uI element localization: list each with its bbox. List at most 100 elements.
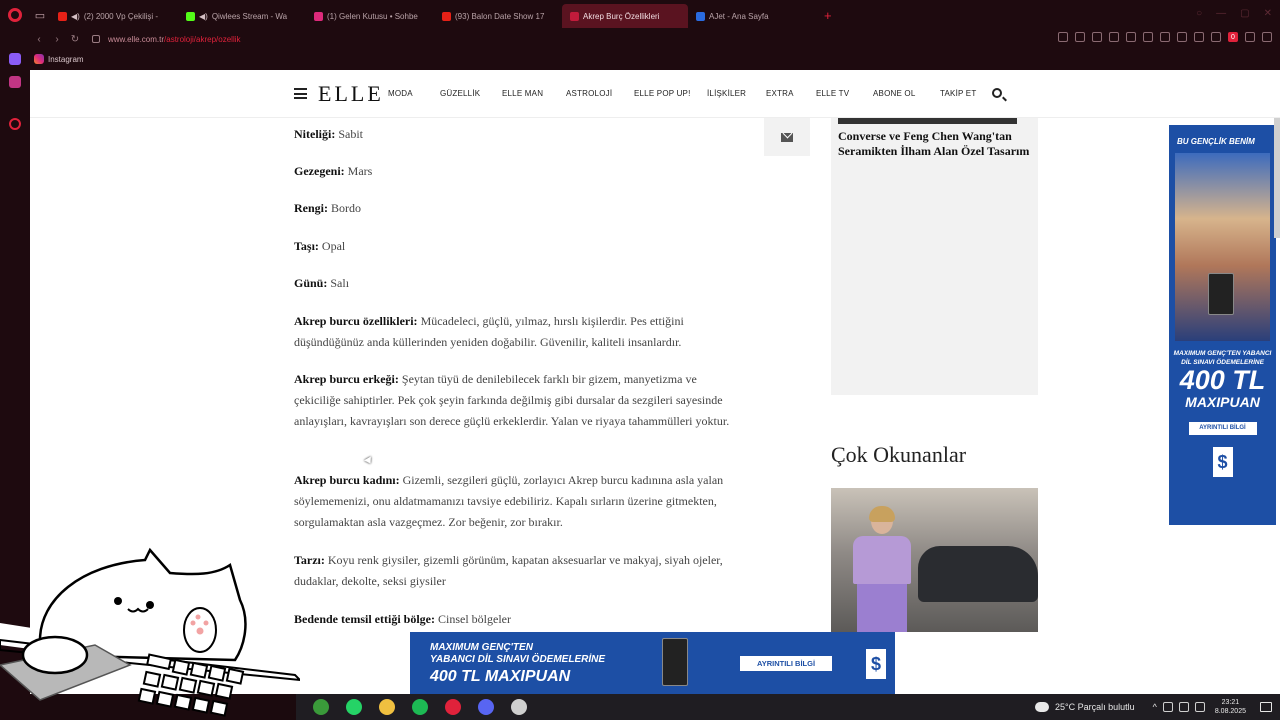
forward-icon[interactable]: › bbox=[48, 34, 66, 45]
browser-tab[interactable]: (1) Gelen Kutusu • Sohbe bbox=[306, 4, 434, 28]
elle-logo[interactable]: ELLE bbox=[318, 81, 384, 107]
opera-menu-icon[interactable] bbox=[0, 0, 30, 30]
browser-tab[interactable]: (93) Balon Date Show 17 bbox=[434, 4, 562, 28]
workspaces-icon[interactable]: ▭ bbox=[30, 0, 50, 30]
popular-heading: Çok Okunanlar bbox=[831, 442, 967, 467]
clock-date: 8.08.2025 bbox=[1214, 708, 1246, 715]
snapshot-icon[interactable] bbox=[1058, 32, 1068, 42]
extension-icon[interactable] bbox=[1194, 32, 1204, 42]
item-label: Akrep burcu özellikleri: bbox=[294, 314, 418, 328]
article-paragraph: Rengi: Bordo bbox=[294, 198, 744, 219]
file-explorer-icon[interactable] bbox=[379, 699, 395, 715]
nav-moda[interactable]: MODA bbox=[388, 89, 413, 98]
minimize-icon[interactable]: — bbox=[1216, 8, 1226, 19]
bottom-banner-ad[interactable]: MAXIMUM GENÇ'TEN YABANCI DİL SINAVI ÖDEME… bbox=[410, 632, 895, 694]
page-scrollbar[interactable] bbox=[1274, 118, 1280, 238]
back-icon[interactable]: ‹ bbox=[30, 34, 48, 45]
item-text: Opal bbox=[321, 239, 346, 253]
extension-badge[interactable]: 0 bbox=[1228, 32, 1238, 42]
profile-icon[interactable] bbox=[1245, 32, 1255, 42]
tab-favicon-icon bbox=[58, 11, 67, 21]
more-menu-icon[interactable] bbox=[1262, 32, 1272, 42]
search-tabs-icon[interactable]: ○ bbox=[1196, 8, 1202, 19]
reload-icon[interactable]: ↻ bbox=[66, 34, 84, 45]
tab-favicon-icon bbox=[186, 11, 195, 21]
bottom-ad-text: MAXIMUM GENÇ'TEN YABANCI DİL SINAVI ÖDEME… bbox=[430, 642, 605, 666]
bookmarks-bar: Instagram bbox=[0, 48, 1280, 70]
browser-tab[interactable]: Akrep Burç Özellikleri bbox=[562, 4, 688, 28]
item-text: Cinsel bölgeler bbox=[437, 612, 511, 626]
article-paragraph: Gezegeni: Mars bbox=[294, 161, 744, 182]
credit-card-image bbox=[662, 638, 688, 686]
instagram-sidebar-icon[interactable] bbox=[9, 76, 21, 88]
right-banner-ad[interactable]: BU GENÇLİK BENİM MAXIMUM GENÇ'TEN YABANC… bbox=[1169, 125, 1276, 525]
article-paragraph: Akrep burcu kadını: Gizemli, sezgileri g… bbox=[294, 470, 744, 533]
item-text: Koyu renk giysiler, gizemli görünüm, kap… bbox=[294, 553, 723, 588]
nav-guzellik[interactable]: GÜZELLİK bbox=[440, 89, 480, 98]
maximize-icon[interactable]: ▢ bbox=[1240, 8, 1249, 19]
skirt bbox=[857, 584, 907, 632]
weather-text[interactable]: 25°C Parçalı bulutlu bbox=[1055, 702, 1135, 712]
play-icon[interactable] bbox=[1126, 32, 1136, 42]
clock[interactable]: 23:21 8.08.2025 bbox=[1215, 698, 1246, 716]
search-icon[interactable] bbox=[992, 88, 1002, 98]
browser-tab[interactable]: AJet - Ana Sayfa bbox=[688, 4, 816, 28]
whatsapp-icon[interactable] bbox=[346, 699, 362, 715]
nav-takip-et[interactable]: TAKİP ET bbox=[940, 89, 976, 98]
weather-icon[interactable] bbox=[1032, 699, 1049, 712]
nav-extra[interactable]: EXTRA bbox=[766, 89, 794, 98]
chevron-up-icon[interactable]: ^ bbox=[1153, 702, 1157, 712]
car-shape bbox=[918, 546, 1038, 602]
tab-label: (1) Gelen Kutusu • Sohbe bbox=[327, 11, 418, 21]
spotify-icon[interactable] bbox=[412, 699, 428, 715]
item-label: Bedende temsil ettiği bölge: bbox=[294, 612, 435, 626]
nav-astroloji[interactable]: ASTROLOJİ bbox=[566, 89, 612, 98]
browser-tab[interactable]: ◀) Qiwlees Stream - Wa bbox=[178, 4, 306, 28]
bottom-ad-details-button[interactable]: AYRINTILI BİLGİ bbox=[740, 656, 832, 671]
item-label: Günü: bbox=[294, 276, 328, 290]
hamburger-menu-icon[interactable] bbox=[294, 88, 307, 99]
credit-card-image bbox=[1208, 273, 1234, 315]
opera-icon[interactable] bbox=[445, 699, 461, 715]
article-paragraph: Taşı: Opal bbox=[294, 236, 744, 257]
ai-icon[interactable] bbox=[1177, 32, 1187, 42]
related-article-title[interactable]: Converse ve Feng Chen Wang'tan Seramikte… bbox=[831, 124, 1038, 164]
notification-icon[interactable] bbox=[1260, 702, 1272, 712]
shield-icon[interactable] bbox=[1109, 32, 1119, 42]
system-tray: 25°C Parçalı bulutlu ^ 23:21 8.08.2025 bbox=[1032, 694, 1272, 720]
share-email-button[interactable] bbox=[764, 118, 810, 156]
ad-unit: MAXIPUAN bbox=[1185, 394, 1260, 410]
tab-label: (2) 2000 Vp Çekilişi - bbox=[83, 11, 159, 21]
item-label: Akrep burcu kadını: bbox=[294, 473, 400, 487]
network-icon[interactable] bbox=[1178, 702, 1189, 712]
volume-icon[interactable] bbox=[1162, 702, 1173, 712]
related-article-card[interactable]: Converse ve Feng Chen Wang'tan Seramikte… bbox=[831, 118, 1038, 395]
copy-icon[interactable] bbox=[1092, 32, 1102, 42]
url-field[interactable]: www.elle.com.tr/astroloji/akrep/ozellik bbox=[108, 35, 241, 44]
popular-article-image[interactable] bbox=[831, 488, 1038, 632]
translate-icon[interactable] bbox=[1160, 32, 1170, 42]
heart-icon[interactable] bbox=[1143, 32, 1153, 42]
lock-icon[interactable] bbox=[92, 35, 100, 43]
nav-elle-pop-up[interactable]: ELLE POP UP! bbox=[634, 89, 691, 98]
nav-elle-tv[interactable]: ELLE TV bbox=[816, 89, 849, 98]
pin-icon[interactable] bbox=[1075, 32, 1085, 42]
discord-icon[interactable] bbox=[478, 699, 494, 715]
xbox-icon[interactable] bbox=[313, 699, 329, 715]
bluetooth-icon[interactable] bbox=[1194, 702, 1205, 712]
obs-icon[interactable] bbox=[511, 699, 527, 715]
close-window-icon[interactable]: ✕ bbox=[1264, 8, 1272, 19]
nav-abone-ol[interactable]: ABONE OL bbox=[873, 89, 916, 98]
new-tab-button[interactable]: + bbox=[816, 8, 840, 23]
nav-elle-man[interactable]: ELLE MAN bbox=[502, 89, 543, 98]
twitch-icon[interactable] bbox=[9, 53, 21, 65]
vpn-icon[interactable] bbox=[1211, 32, 1221, 42]
ad-details-button[interactable]: AYRINTILI BİLGİ bbox=[1188, 422, 1257, 435]
nav-iliskiler[interactable]: İLİŞKİLER bbox=[707, 89, 746, 98]
opera-sidebar-icon[interactable] bbox=[9, 118, 21, 130]
bookmark-instagram[interactable]: Instagram bbox=[48, 55, 84, 64]
browser-tab[interactable]: ◀) (2) 2000 Vp Çekilişi - bbox=[50, 4, 178, 28]
speaker-icon[interactable]: ◀) bbox=[199, 12, 208, 21]
speaker-icon[interactable]: ◀) bbox=[71, 12, 80, 21]
article-paragraph: Akrep burcu özellikleri: Mücadeleci, güç… bbox=[294, 311, 744, 353]
